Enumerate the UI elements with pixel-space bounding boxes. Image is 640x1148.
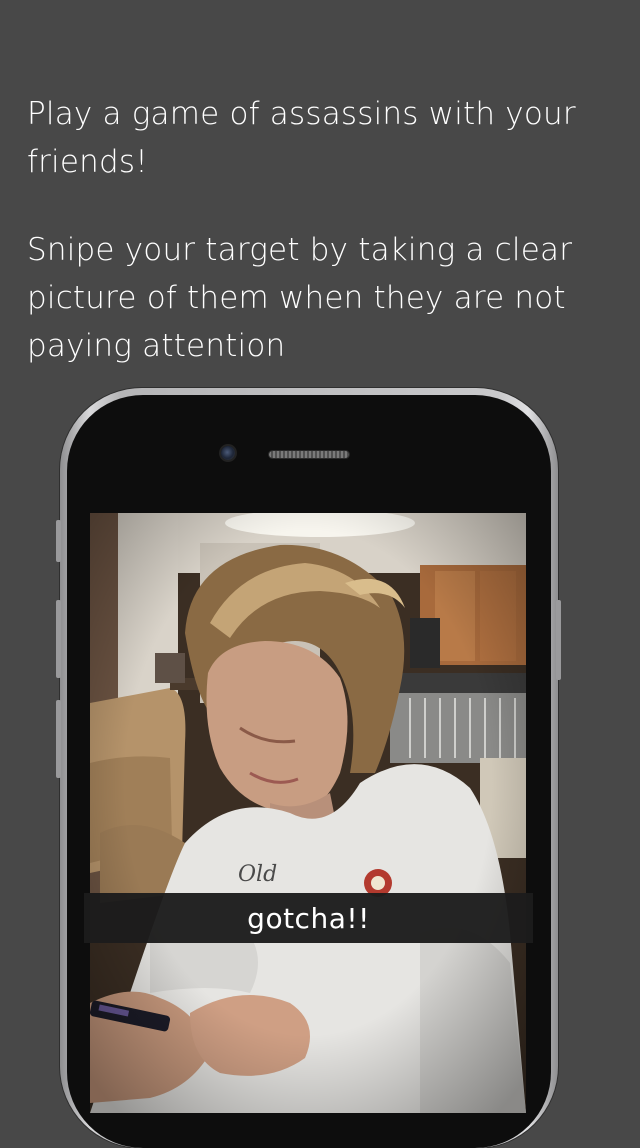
intro-line-snipe: Snipe your target by taking a clear pict…: [27, 232, 573, 364]
phone-side-button-left-1: [56, 520, 61, 562]
phone-side-button-right: [556, 600, 561, 680]
photo-caption-bar: gotcha!!: [84, 893, 533, 943]
intro-line-play: Play a game of assassins with your frien…: [27, 96, 576, 180]
front-camera-icon: [221, 446, 235, 460]
snipe-photo-illustration: Old: [90, 513, 526, 1113]
photo-caption-text: gotcha!!: [247, 901, 370, 935]
phone-side-button-left-2: [56, 600, 61, 678]
earpiece-speaker: [269, 451, 349, 458]
phone-screen-photo: Old: [90, 513, 526, 1113]
phone-side-button-left-3: [56, 700, 61, 778]
intro-text: Play a game of assassins with your frien…: [27, 90, 617, 370]
